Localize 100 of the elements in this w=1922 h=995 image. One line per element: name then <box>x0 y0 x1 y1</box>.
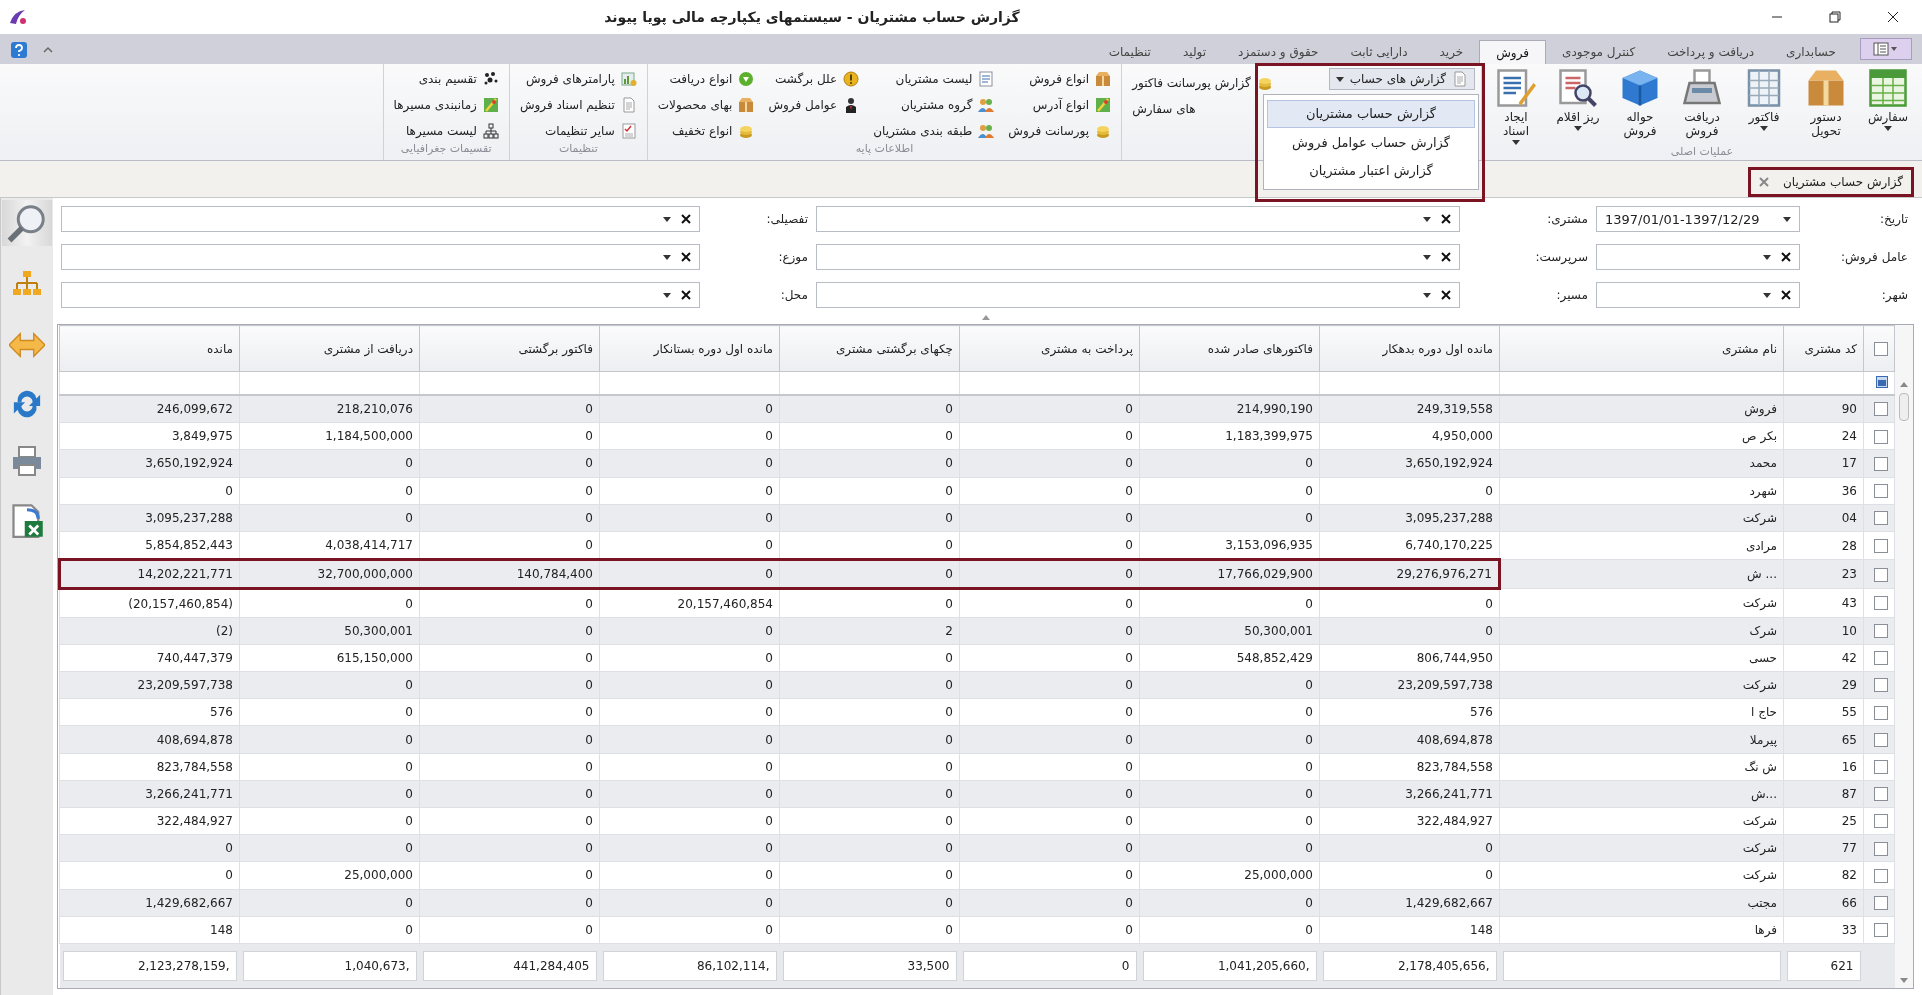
filter-cell[interactable] <box>59 371 240 395</box>
row-checkbox[interactable] <box>1874 483 1888 498</box>
row-checkbox[interactable] <box>1874 651 1888 666</box>
filter-cell[interactable] <box>239 371 420 395</box>
row-checkbox[interactable] <box>1874 868 1888 883</box>
ribbon-button[interactable]: انواع دریافت <box>653 68 759 90</box>
column-header[interactable]: فاکتورهای صادر شده <box>1139 325 1320 372</box>
column-header[interactable]: مانده اول دوره بدهکار <box>1319 325 1500 372</box>
row-checkbox[interactable] <box>1874 678 1888 693</box>
select-all-checkbox-cell[interactable] <box>1863 325 1895 372</box>
dropdown-button[interactable]: گزارش های حساب <box>1328 68 1475 90</box>
filter-cell[interactable] <box>1783 371 1864 395</box>
ribbon-button[interactable]: طبقه بندی مشتریان <box>869 120 999 142</box>
menu-item[interactable]: گزارش حساب مشتریان <box>1267 100 1475 128</box>
ribbon-tab[interactable]: دارایی ثابت <box>1334 40 1424 64</box>
row-checkbox[interactable] <box>1874 923 1888 938</box>
menu-item[interactable]: گزارش حساب عوامل فروش <box>1267 130 1475 156</box>
ribbon-tab[interactable]: فروش <box>1479 40 1547 64</box>
ribbon-tab[interactable]: حقوق و دستمزد <box>1222 40 1335 64</box>
row-checkbox[interactable] <box>1874 732 1888 747</box>
ribbon-tab[interactable]: کنترل موجودی <box>1546 40 1652 64</box>
column-header[interactable]: مانده <box>59 325 240 372</box>
ribbon-button[interactable]: زمانبندی مسیرها <box>389 94 503 116</box>
row-checkbox[interactable] <box>1874 456 1888 471</box>
column-header[interactable]: دریافت از مشتری <box>239 325 420 372</box>
row-checkbox[interactable] <box>1874 787 1888 802</box>
clear-icon[interactable] <box>1441 252 1451 262</box>
filter-cell[interactable] <box>1499 371 1784 395</box>
filter-cell[interactable] <box>1319 371 1500 395</box>
clear-icon[interactable] <box>1441 214 1451 224</box>
ribbon-tab[interactable]: حسابداری <box>1770 40 1852 64</box>
ribbon-button[interactable]: سایر تنظیمات <box>515 120 641 142</box>
row-checkbox[interactable] <box>1874 596 1888 611</box>
ribbon-button[interactable]: تقسیم بندی <box>389 68 503 90</box>
row-checkbox[interactable] <box>1874 567 1888 582</box>
ribbon-tab[interactable]: تولید <box>1166 40 1223 64</box>
column-header[interactable]: پرداخت به مشتری <box>959 325 1140 372</box>
clear-icon[interactable] <box>681 214 691 224</box>
ribbon-button[interactable]: لیست مسیرها <box>389 120 503 142</box>
scroll-down-icon[interactable] <box>1899 978 1909 984</box>
clear-icon[interactable] <box>681 290 691 300</box>
filter-cell[interactable] <box>419 371 600 395</box>
ribbon-button[interactable]: انواع آدرس <box>1004 94 1116 116</box>
ribbon-button[interactable]: پورسانت فروش <box>1004 120 1116 142</box>
ribbon-button[interactable]: فاکتور <box>1736 64 1792 131</box>
ribbon-button[interactable]: عوامل فروش <box>764 94 864 116</box>
ribbon-button[interactable]: تنظیم اسناد فروش <box>515 94 641 116</box>
row-checkbox[interactable] <box>1874 814 1888 829</box>
column-header[interactable]: فاکتور برگشتی <box>419 325 600 372</box>
ribbon-button[interactable]: دستور تحویل <box>1798 64 1854 138</box>
clear-icon[interactable] <box>1781 252 1791 262</box>
row-checkbox[interactable] <box>1874 705 1888 720</box>
search-button[interactable] <box>2 200 52 246</box>
filter-dropdown[interactable]: 1397/01/01-1397/12/29 <box>1596 206 1800 232</box>
row-checkbox[interactable] <box>1874 511 1888 526</box>
filter-cell[interactable] <box>779 371 960 395</box>
row-checkbox[interactable] <box>1874 429 1888 444</box>
ribbon-tab[interactable]: خرید <box>1423 40 1480 64</box>
menu-item[interactable]: گزارش اعتبار مشتریان <box>1267 158 1475 184</box>
row-checkbox[interactable] <box>1874 895 1888 910</box>
ribbon-button[interactable]: دریافت فروش <box>1674 64 1730 138</box>
filter-cell[interactable] <box>959 371 1140 395</box>
ribbon-tab[interactable]: دریافت و پرداخت <box>1651 40 1771 64</box>
ribbon-button[interactable]: گروه مشتریان <box>869 94 999 116</box>
ribbon-button[interactable]: ایجاد اسناد <box>1488 64 1544 145</box>
ribbon-button[interactable]: علل برگشت <box>764 68 864 90</box>
ribbon-button[interactable]: لیست مشتریان <box>869 68 999 90</box>
ribbon-button[interactable]: حواله فروش <box>1612 64 1668 138</box>
document-tab[interactable]: گزارش حساب مشتریان <box>1748 167 1914 197</box>
scroll-thumb[interactable] <box>1899 393 1909 421</box>
row-checkbox[interactable] <box>1874 759 1888 774</box>
column-header[interactable]: مانده اول دوره بستانکار <box>599 325 780 372</box>
ribbon-button[interactable]: گزارش پورسانت فاکتور <box>1128 72 1277 94</box>
scrollbar[interactable] <box>1895 325 1913 988</box>
clear-icon[interactable] <box>1441 290 1451 300</box>
column-header[interactable]: چکهای برگشتی مشتری <box>779 325 960 372</box>
ribbon-button[interactable]: بهای محصولات <box>653 94 759 116</box>
close-icon[interactable] <box>1759 177 1769 187</box>
ribbon-button[interactable]: های سفارش <box>1128 98 1200 120</box>
ribbon-button[interactable]: انواع فروش <box>1004 68 1116 90</box>
row-checkbox[interactable] <box>1874 624 1888 639</box>
row-checkbox[interactable] <box>1874 402 1888 417</box>
ribbon-button[interactable]: ریز اقلام <box>1550 64 1606 131</box>
ribbon-tab[interactable]: تنظیمات <box>1092 40 1167 64</box>
row-checkbox[interactable] <box>1874 841 1888 856</box>
collapse-icon[interactable] <box>980 314 991 320</box>
row-checkbox[interactable] <box>1874 538 1888 553</box>
filter-cell[interactable] <box>1139 371 1320 395</box>
ribbon-button[interactable]: پارامترهای فروش <box>515 68 641 90</box>
column-header[interactable]: کد مشتری <box>1783 325 1864 372</box>
clear-icon[interactable] <box>1781 290 1791 300</box>
collapse-ribbon-icon[interactable] <box>42 45 54 55</box>
help-icon[interactable] <box>10 41 28 59</box>
filter-cell[interactable] <box>599 371 780 395</box>
clear-icon[interactable] <box>681 252 691 262</box>
scroll-up-icon[interactable] <box>1899 381 1909 387</box>
ribbon-button[interactable]: انواع تخفیف <box>653 120 759 142</box>
column-header[interactable]: نام مشتری <box>1499 325 1784 372</box>
ribbon-button[interactable]: سفارش <box>1860 64 1916 131</box>
app-menu-button[interactable] <box>1860 38 1912 60</box>
